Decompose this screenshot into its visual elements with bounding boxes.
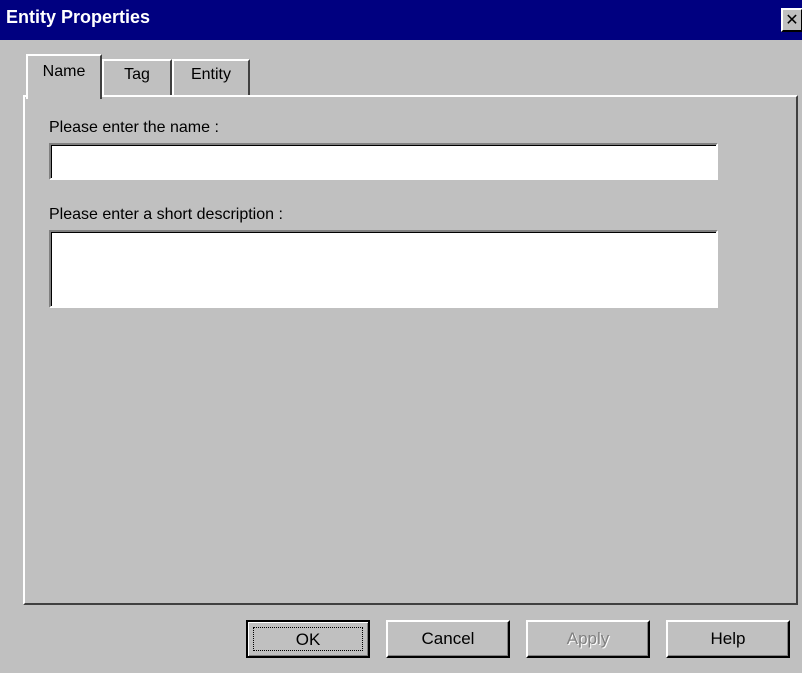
- tab-tag[interactable]: Tag: [102, 59, 172, 97]
- cancel-button-label: Cancel: [421, 629, 475, 648]
- help-button-label: Help: [710, 629, 746, 648]
- apply-button[interactable]: Apply: [526, 620, 650, 658]
- tab-entity-label: Entity: [190, 66, 231, 83]
- name-label: Please enter the name :: [49, 119, 219, 136]
- description-input[interactable]: [49, 230, 718, 308]
- description-label: Please enter a short description :: [49, 206, 283, 223]
- tab-panel-name: Please enter the name : Please enter a s…: [23, 95, 798, 605]
- tab-entity[interactable]: Entity: [172, 59, 250, 97]
- apply-button-label: Apply: [566, 629, 610, 648]
- window-title: Entity Properties: [6, 7, 151, 27]
- entity-properties-dialog: Entity Properties ✕ Name Tag Entity Plea…: [0, 0, 802, 673]
- close-icon: ✕: [785, 10, 799, 29]
- focus-rectangle: OK: [253, 627, 363, 651]
- close-button[interactable]: ✕: [781, 8, 802, 32]
- ok-button-label: OK: [295, 630, 321, 649]
- name-input[interactable]: [49, 143, 718, 180]
- tab-name-label: Name: [42, 63, 86, 80]
- help-button[interactable]: Help: [666, 620, 790, 658]
- ok-button[interactable]: OK: [246, 620, 370, 658]
- cancel-button[interactable]: Cancel: [386, 620, 510, 658]
- tab-tag-label: Tag: [124, 66, 150, 83]
- tab-name[interactable]: Name: [26, 54, 102, 99]
- title-bar[interactable]: Entity Properties ✕: [0, 0, 802, 40]
